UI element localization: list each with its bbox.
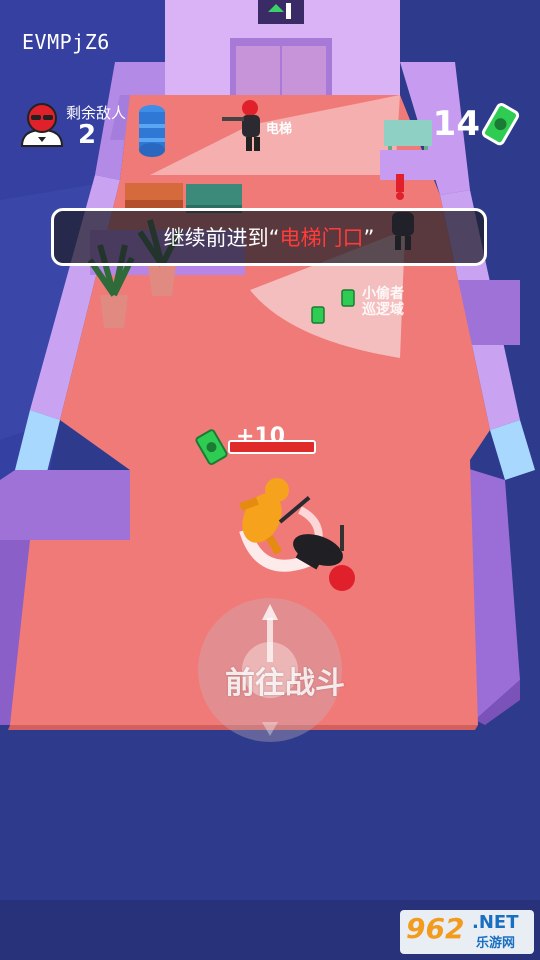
game-screen: EVMPjZ6 剩余敌人 2 14 电梯 小偷者 巡逻域 继续前进到“电梯门口”… bbox=[0, 0, 540, 960]
objective-text: 继续前进到“电梯门口” bbox=[164, 222, 375, 252]
patrol-floor-label: 小偷者 巡逻域 bbox=[362, 286, 404, 318]
patrol-label-line1: 小偷者 bbox=[362, 286, 404, 302]
objective-highlight: 电梯门口 bbox=[279, 226, 364, 250]
logo-subtitle: 乐游网 bbox=[476, 936, 516, 951]
logo-net: .NET bbox=[472, 912, 519, 933]
logo-number: 962 bbox=[406, 912, 465, 945]
enemies-remaining-count: 2 bbox=[78, 120, 97, 150]
objective-banner: 继续前进到“电梯门口” bbox=[51, 208, 487, 266]
player-id: EVMPjZ6 bbox=[22, 30, 110, 54]
objective-suffix: ” bbox=[363, 226, 375, 250]
cash-count: 14 bbox=[432, 104, 480, 144]
cash-pickup-1 bbox=[341, 289, 355, 307]
site-logo: 962 .NET 乐游网 bbox=[400, 910, 534, 954]
cash-pickup-2 bbox=[311, 306, 325, 324]
go-fight-label: 前往战斗 bbox=[225, 666, 345, 701]
enemy-health-bar bbox=[228, 440, 316, 454]
objective-prefix: 继续前进到“ bbox=[163, 226, 280, 250]
cash-icon bbox=[481, 103, 520, 146]
elevator-floor-label: 电梯 bbox=[266, 122, 293, 137]
patrol-label-line2: 巡逻域 bbox=[362, 302, 404, 318]
enemy-avatar-icon bbox=[20, 103, 64, 147]
